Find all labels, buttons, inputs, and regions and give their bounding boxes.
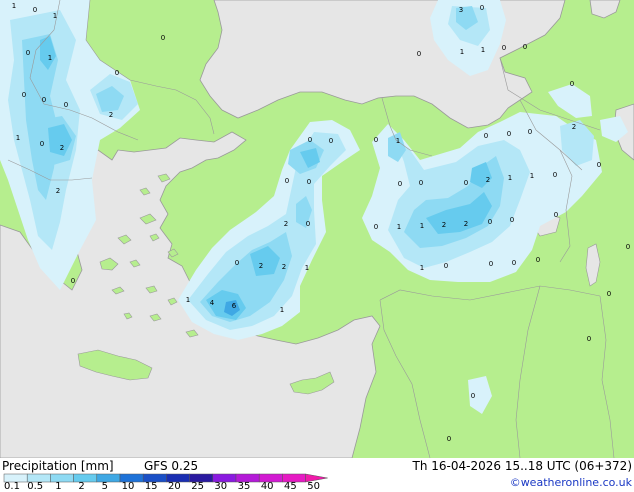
- credit-text: ©weatheronline.co.uk: [509, 476, 632, 489]
- precip-value-label: 0: [570, 80, 574, 88]
- precip-value-label: 0: [308, 136, 312, 144]
- precip-value-label: 0: [419, 179, 423, 187]
- precip-value-label: 0: [597, 161, 601, 169]
- precip-value-label: 2: [259, 262, 263, 270]
- precip-value-label: 0: [40, 140, 44, 148]
- legend-label: 5: [101, 481, 108, 492]
- precip-value-label: 0: [306, 220, 310, 228]
- precip-value-label: 0: [307, 178, 311, 186]
- precip-value-label: 1: [396, 137, 400, 145]
- map-title: Precipitation [mm]: [2, 459, 114, 473]
- legend-label: 0.1: [4, 481, 20, 492]
- precip-value-label: 2: [442, 221, 446, 229]
- precip-value-label: 0: [471, 392, 475, 400]
- precip-value-label: 2: [284, 220, 288, 228]
- precip-value-label: 0: [554, 211, 558, 219]
- precip-value-label: 2: [486, 176, 490, 184]
- precip-value-label: 0: [398, 180, 402, 188]
- precip-value-label: 1: [508, 174, 512, 182]
- precip-value-label: 0: [374, 223, 378, 231]
- precip-value-label: 0: [489, 260, 493, 268]
- legend-label: 10: [121, 481, 135, 492]
- legend-label: 30: [214, 481, 228, 492]
- precip-value-label: 2: [56, 187, 60, 195]
- precip-value-label: 1: [481, 46, 485, 54]
- precip-value-label: 0: [536, 256, 540, 264]
- precip-value-label: 1: [16, 134, 20, 142]
- precipitation-map: 1 0 1 0 1 0 0 0 1 0 2 2 0 0 2 0 3 0 1 1 0 0 0 0 2 0 0 0 1 0 0 0 0 0 2 1 1 0 0 0…: [0, 0, 634, 458]
- precip-value-label: 2: [572, 123, 576, 131]
- valid-time: Th 16-04-2026 15..18 UTC (06+372): [412, 459, 632, 473]
- precip-value-label: 1: [305, 264, 309, 272]
- legend-label: 1: [55, 481, 62, 492]
- precip-value-label: 0: [115, 69, 119, 77]
- legend-label: 15: [144, 481, 158, 492]
- precip-value-label: 0: [523, 43, 527, 51]
- precip-value-label: 6: [232, 302, 237, 310]
- legend-label: 25: [191, 481, 204, 492]
- precip-value-label: 1: [53, 12, 57, 20]
- precip-value-label: 1: [530, 172, 534, 180]
- precip-value-label: 1: [420, 222, 424, 230]
- legend-label: 2: [78, 481, 85, 492]
- precip-value-label: 1: [420, 264, 424, 272]
- precip-value-label: 0: [510, 216, 514, 224]
- precip-value-label: 0: [329, 137, 333, 145]
- precip-value-label: 3: [459, 6, 463, 14]
- precip-value-label: 2: [109, 111, 113, 119]
- precip-value-label: 0: [528, 128, 532, 136]
- precip-value-label: 0: [512, 259, 516, 267]
- legend-swatch: [96, 473, 121, 483]
- precip-value-label: 0: [464, 179, 468, 187]
- legend-swatch: [73, 473, 98, 483]
- legend-label: 40: [260, 481, 274, 492]
- legend-label: 45: [284, 481, 297, 492]
- precip-value-label: 0: [587, 335, 591, 343]
- legend-label: 20: [168, 481, 181, 492]
- precip-value-label: 0: [42, 96, 46, 104]
- precip-value-label: 2: [60, 144, 64, 152]
- precip-value-label: 0: [444, 262, 448, 270]
- precip-value-label: 0: [507, 130, 511, 138]
- precip-value-label: 2: [464, 220, 468, 228]
- precip-value-label: 1: [397, 223, 401, 231]
- precip-value-label: 0: [374, 136, 378, 144]
- precip-value-label: 1: [186, 296, 190, 304]
- legend-label: 50: [307, 481, 320, 492]
- precip-value-label: 0: [447, 435, 451, 443]
- precip-value-label: 4: [210, 299, 215, 307]
- model-name: GFS 0.25: [144, 459, 199, 473]
- precip-value-label: 0: [26, 49, 30, 57]
- precip-value-label: 0: [480, 4, 484, 12]
- precip-value-label: 0: [502, 44, 506, 52]
- precip-value-label: 0: [285, 177, 289, 185]
- legend-label: 35: [237, 481, 251, 492]
- precip-value-label: 0: [22, 91, 26, 99]
- precip-value-label: 0: [626, 243, 630, 251]
- precip-value-label: 0: [64, 101, 68, 109]
- precip-value-label: 0: [607, 290, 611, 298]
- precip-value-label: 1: [12, 2, 16, 10]
- precip-value-label: 0: [161, 34, 165, 42]
- precip-value-label: 0: [71, 277, 75, 285]
- precip-value-label: 0: [33, 6, 37, 14]
- legend-label: 0.5: [27, 481, 44, 492]
- precip-value-label: 0: [553, 171, 557, 179]
- precip-value-label: 0: [484, 132, 488, 140]
- precip-value-label: 1: [460, 48, 464, 56]
- precip-value-label: 0: [235, 259, 239, 267]
- precip-value-label: 1: [48, 54, 52, 62]
- precip-value-label: 1: [280, 306, 284, 314]
- precip-value-label: 2: [282, 263, 286, 271]
- legend-swatch: [50, 473, 74, 483]
- precip-value-label: 0: [417, 50, 421, 58]
- precip-value-label: 0: [488, 218, 492, 226]
